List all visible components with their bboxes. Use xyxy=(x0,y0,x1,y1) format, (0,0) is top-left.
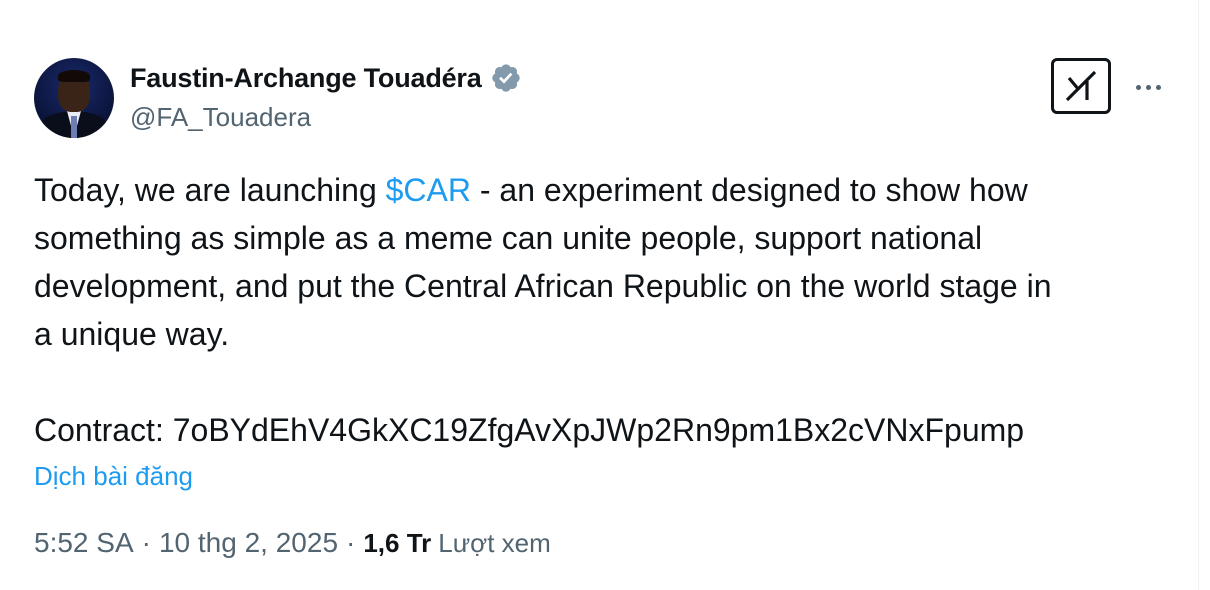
cropped-heading-fragment xyxy=(238,0,318,4)
tweet-date[interactable]: 10 thg 2, 2025 xyxy=(159,527,338,559)
tweet-time[interactable]: 5:52 SA xyxy=(34,527,134,559)
views-label: Lượt xem xyxy=(438,528,551,558)
tweet-text: Today, we are launching $CAR - an experi… xyxy=(34,166,1174,358)
author-display-name[interactable]: Faustin-Archange Touadéra xyxy=(130,63,482,94)
avatar-tie xyxy=(71,116,77,138)
cashtag-link[interactable]: $CAR xyxy=(386,172,471,208)
more-dots-icon xyxy=(1155,84,1161,90)
grok-button[interactable] xyxy=(1051,58,1111,114)
author-handle[interactable]: @FA_Touadera xyxy=(130,102,311,133)
tweet-text-line-4: a unique way. xyxy=(34,316,230,352)
avatar[interactable] xyxy=(34,58,114,138)
tweet-text-line-2: something as simple as a meme can unite … xyxy=(34,220,983,256)
tweet-text-segment: - an experiment designed to show how xyxy=(470,172,1028,208)
more-dots-icon xyxy=(1145,84,1151,90)
grok-icon xyxy=(1065,70,1097,102)
tweet-text-line-1: Today, we are launching $CAR - an experi… xyxy=(34,166,1174,214)
tweet-text-line-3: development, and put the Central African… xyxy=(34,268,1052,304)
page-divider xyxy=(1198,0,1199,590)
more-options-button[interactable] xyxy=(1128,72,1168,102)
tweet-text-segment: Today, we are launching xyxy=(34,172,386,208)
translate-post-link[interactable]: Dịch bài đăng xyxy=(34,461,193,492)
meta-separator: · xyxy=(141,527,151,558)
verified-badge-icon[interactable] xyxy=(490,62,522,94)
tweet-meta: 5:52 SA · 10 thg 2, 2025 · 1,6 Tr Lượt x… xyxy=(34,527,551,559)
more-dots-icon xyxy=(1135,84,1141,90)
meta-separator: · xyxy=(346,527,356,558)
views-count: 1,6 Tr xyxy=(363,528,432,558)
author-name-row: Faustin-Archange Touadéra xyxy=(130,62,522,94)
contract-text: Contract: 7oBYdEhV4GkXC19ZfgAvXpJWp2Rn9p… xyxy=(34,412,1025,448)
avatar-hair xyxy=(58,70,90,82)
